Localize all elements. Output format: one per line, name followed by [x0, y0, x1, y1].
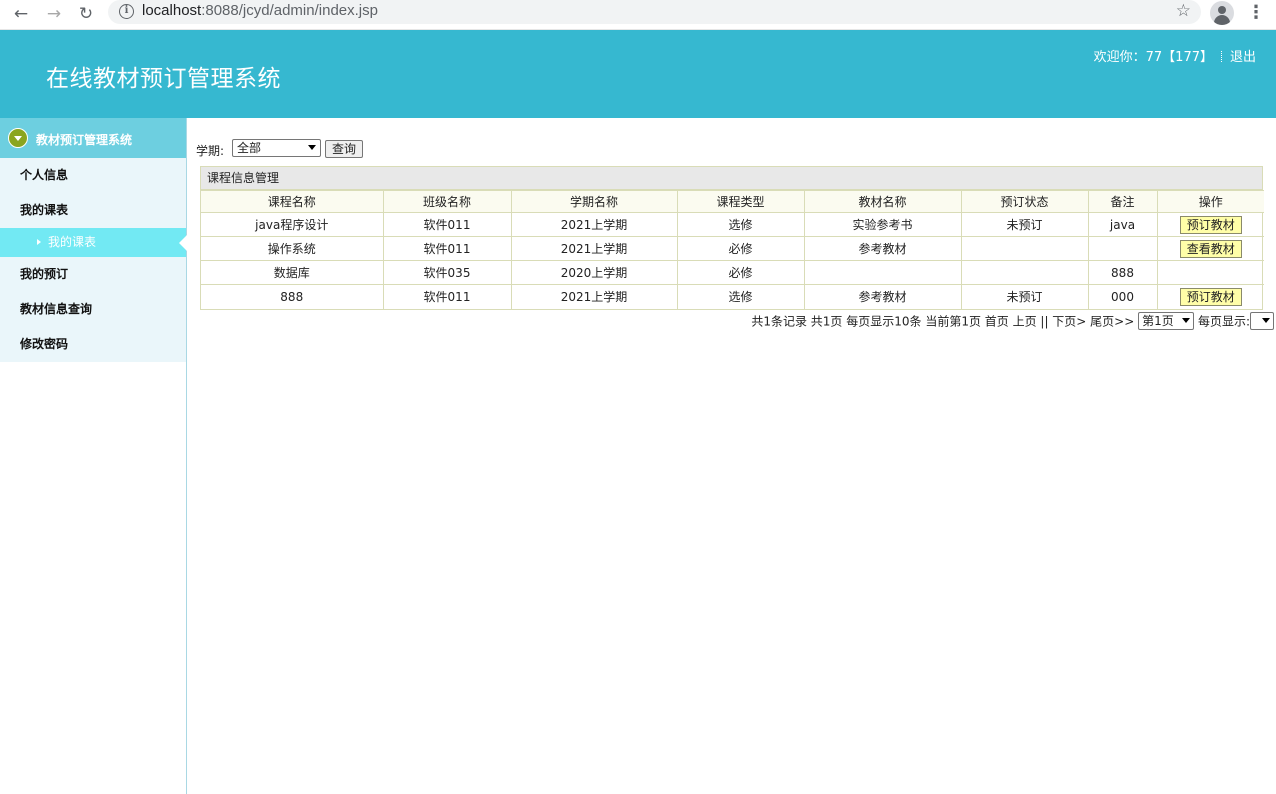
table-cell: 888: [1087, 260, 1158, 285]
table-cell: 参考教材: [803, 236, 962, 261]
table-cell: 预订教材: [1156, 284, 1264, 309]
column-header: 学期名称: [510, 190, 678, 213]
app-title: 在线教材预订管理系统: [46, 66, 281, 92]
profile-avatar-icon[interactable]: [1210, 1, 1234, 25]
sidebar-section-header[interactable]: 教材预订管理系统: [0, 118, 186, 158]
sidebar-menu: 个人信息 我的课表 我的课表 我的预订 教材信息查询 修改密码: [0, 158, 187, 362]
sidebar-item-profile[interactable]: 个人信息: [0, 158, 186, 193]
back-arrow-icon[interactable]: ←: [10, 3, 32, 25]
table-cell: 软件011: [382, 212, 512, 237]
table-row: 操作系统 软件011 2021上学期 必修 参考教材 查看教材: [201, 236, 1264, 261]
active-indicator: [179, 235, 187, 251]
column-header: 课程名称: [201, 190, 384, 213]
table-cell: 2021上学期: [510, 212, 678, 237]
column-header: 班级名称: [382, 190, 512, 213]
caret-right-icon: [37, 239, 41, 245]
browser-menu-icon[interactable]: ⋮: [1247, 2, 1265, 24]
chevron-down-icon: [1182, 318, 1191, 323]
table-row: 数据库 软件035 2020上学期 必修 888: [201, 260, 1264, 285]
sidebar-section-title: 教材预订管理系统: [36, 133, 133, 147]
table-header-row: 课程名称 班级名称 学期名称 课程类型 教材名称 预订状态 备注 操作: [201, 190, 1264, 213]
pagination-text: 共1条记录 共1页 每页显示10条 当前第1页 首页 上页 || 下页> 尾页>…: [751, 314, 1135, 329]
table-cell: [803, 260, 962, 285]
table-cell: 软件011: [382, 284, 512, 309]
sidebar: 教材预订管理系统 个人信息 我的课表 我的课表 我的预订 教材信息查询 修改密码: [0, 118, 187, 794]
table-cell: 2020上学期: [510, 260, 678, 285]
table-cell: 888: [201, 284, 384, 309]
view-textbook-button[interactable]: 查看教材: [1179, 239, 1242, 258]
column-header: 课程类型: [676, 190, 805, 213]
table-cell: 选修: [676, 212, 805, 237]
column-header: 预订状态: [960, 190, 1089, 213]
welcome-text: 欢迎你：77【177】: [1093, 50, 1213, 65]
table-cell: [1156, 260, 1264, 285]
table-cell: 2021上学期: [510, 236, 678, 261]
reload-icon[interactable]: ↻: [75, 3, 97, 25]
course-table: 课程名称 班级名称 学期名称 课程类型 教材名称 预订状态 备注 操作 java…: [201, 190, 1264, 309]
sidebar-item-change-password[interactable]: 修改密码: [0, 327, 186, 362]
table-cell: 必修: [676, 260, 805, 285]
order-textbook-button[interactable]: 预订教材: [1179, 287, 1242, 306]
table-cell: [1087, 236, 1158, 261]
course-panel: 课程信息管理 课程名称 班级名称 学期名称 课程类型 教材名称 预订状态 备注 …: [200, 166, 1264, 310]
table-cell: 未预订: [960, 212, 1089, 237]
table-cell: 数据库: [201, 260, 384, 285]
logout-link[interactable]: 退出: [1230, 50, 1256, 65]
table-cell: 软件035: [382, 260, 512, 285]
table-cell: 实验参考书: [803, 212, 962, 237]
address-bar[interactable]: i localhost:8088/jcyd/admin/index.jsp ☆: [108, 0, 1201, 24]
page-select[interactable]: 第1页: [1138, 312, 1195, 330]
browser-toolbar: ← → ↻ i localhost:8088/jcyd/admin/index.…: [0, 0, 1276, 30]
table-cell: java程序设计: [201, 212, 384, 237]
table-cell: [960, 260, 1089, 285]
table-cell: 2021上学期: [510, 284, 678, 309]
column-header: 备注: [1087, 190, 1158, 213]
column-header: 操作: [1156, 190, 1264, 213]
sidebar-subitem-my-schedule[interactable]: 我的课表: [0, 228, 187, 257]
term-label: 学期:: [196, 144, 225, 158]
table-cell: 000: [1087, 284, 1158, 309]
app-header: 在线教材预订管理系统 欢迎你：77【177】 退出: [0, 30, 1276, 118]
table-cell: 查看教材: [1156, 236, 1264, 261]
query-button[interactable]: 查询: [325, 140, 363, 158]
table-cell: 预订教材: [1156, 212, 1264, 237]
table-cell: java: [1087, 212, 1158, 237]
collapse-arrow-icon[interactable]: [8, 128, 28, 148]
table-cell: 未预订: [960, 284, 1089, 309]
user-area: 欢迎你：77【177】 退出: [1094, 46, 1256, 65]
column-header: 教材名称: [803, 190, 962, 213]
table-cell: [960, 236, 1089, 261]
order-textbook-button[interactable]: 预订教材: [1179, 215, 1242, 234]
sidebar-item-my-orders[interactable]: 我的预订: [0, 257, 186, 292]
table-cell: 操作系统: [201, 236, 384, 261]
url-text[interactable]: localhost:8088/jcyd/admin/index.jsp: [142, 2, 378, 19]
table-cell: 选修: [676, 284, 805, 309]
table-row: 888 软件011 2021上学期 选修 参考教材 未预订 000 预订教材: [201, 284, 1264, 309]
chevron-down-icon: [308, 145, 316, 150]
panel-title: 课程信息管理: [201, 167, 1262, 190]
sidebar-item-my-schedule[interactable]: 我的课表: [0, 193, 186, 228]
table-row: java程序设计 软件011 2021上学期 选修 实验参考书 未预订 java…: [201, 212, 1264, 237]
chevron-down-icon: [1262, 318, 1270, 323]
table-cell: 软件011: [382, 236, 512, 261]
pagination: 共1条记录 共1页 每页显示10条 当前第1页 首页 上页 || 下页> 尾页>…: [751, 312, 1274, 332]
page-size-select[interactable]: [1250, 312, 1274, 330]
per-page-label: 每页显示:: [1197, 314, 1250, 329]
sidebar-item-textbook-query[interactable]: 教材信息查询: [0, 292, 186, 327]
table-cell: 参考教材: [803, 284, 962, 309]
term-select[interactable]: 全部: [232, 139, 321, 157]
forward-arrow-icon[interactable]: →: [43, 3, 65, 25]
table-cell: 必修: [676, 236, 805, 261]
info-icon[interactable]: i: [119, 4, 134, 19]
bookmark-star-icon[interactable]: ☆: [1176, 1, 1191, 21]
